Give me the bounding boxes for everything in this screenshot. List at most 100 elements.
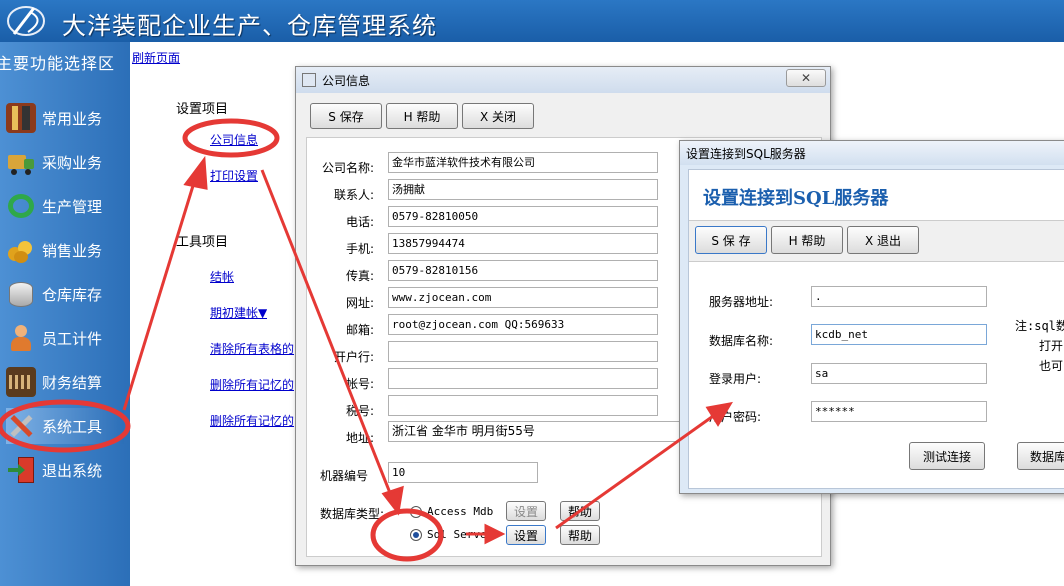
sidebar-item-sales[interactable]: 销售业务 [6,232,124,268]
sidebar-item-inventory[interactable]: 仓库库存 [6,276,124,312]
website-label: 网址: [345,296,374,310]
logo-icon [7,6,45,36]
sql-dialog-titlebar: 设置连接到SQL服务器 [680,141,1064,165]
sql-help-button[interactable]: 帮助 [560,525,600,545]
sidebar-item-exit[interactable]: 退出系统 [6,452,124,488]
database-button[interactable]: 数据库 [1017,442,1064,470]
access-label: Access Mdb [427,505,494,518]
bank-field[interactable] [388,341,658,362]
sidebar-item-production[interactable]: 生产管理 [6,188,124,224]
sql-note: 注:sql数 打开 也可 [1015,316,1064,376]
settings-heading: 设置项目 [176,102,229,117]
server-address-label: 服务器地址: [709,295,774,309]
sidebar-item-label: 退出系统 [42,461,103,480]
access-settings-button[interactable]: 设置 [506,501,546,521]
account-field[interactable] [388,368,658,389]
sqlserver-radio[interactable] [410,529,422,541]
tax-id-field[interactable] [388,395,658,416]
tools-heading: 工具项目 [176,235,229,250]
mobile-field[interactable]: 13857994474 [388,233,658,254]
database-name-label: 数据库名称: [709,334,774,348]
sidebar-item-purchase[interactable]: 采购业务 [6,144,124,180]
person-icon [6,323,36,353]
help-button[interactable]: H 帮助 [386,103,458,129]
password-field[interactable]: ****** [811,401,987,422]
fax-field[interactable]: 0579-82810156 [388,260,658,281]
contact-label: 联系人: [333,188,374,202]
sqlserver-label: Sql Server [427,528,494,541]
refresh-link[interactable]: 刷新页面 [132,49,180,66]
delete-memory-link-2[interactable]: 删除所有记忆的 [210,412,298,429]
sidebar-item-staff[interactable]: 员工计件 [6,320,124,356]
sql-connection-dialog: 设置连接到SQL服务器 设置连接到SQL服务器 S 保 存 H 帮助 X 退出 … [679,140,1064,494]
access-help-button[interactable]: 帮助 [560,501,600,521]
recycle-icon [6,191,36,221]
print-settings-link[interactable]: 打印设置 [210,167,258,184]
clear-tables-link[interactable]: 清除所有表格的 [210,340,298,357]
dialog-titlebar: 公司信息 ✕ [296,67,830,93]
sidebar-item-finance[interactable]: 财务结算 [6,364,124,400]
phone-field[interactable]: 0579-82810050 [388,206,658,227]
annotation-arrowhead [183,155,208,190]
sidebar-item-label: 生产管理 [42,197,103,216]
sql-dialog-title: 设置连接到SQL服务器 [686,146,806,161]
bank-label: 开户行: [333,350,374,364]
sidebar-item-label: 财务结算 [42,373,103,392]
sql-save-button[interactable]: S 保 存 [695,226,767,254]
close-icon: ✕ [800,71,812,85]
note-line: 也可 [1039,359,1064,373]
company-name-field[interactable]: 金华市蓝洋软件技术有限公司 [388,152,658,173]
account-label: 帐号: [345,377,374,391]
sidebar-item-label: 采购业务 [42,153,103,172]
company-name-label: 公司名称: [321,161,374,175]
tax-id-label: 税号: [345,404,374,418]
close-window-button[interactable]: X 关闭 [462,103,534,129]
truck-icon [6,147,36,177]
sql-help-button[interactable]: H 帮助 [771,226,843,254]
sidebar-item-common[interactable]: 常用业务 [6,100,124,136]
database-name-field[interactable]: kcdb_net [811,324,987,345]
database-icon [6,279,36,309]
opening-account-link[interactable]: 期初建帐▼ [210,304,267,321]
close-button[interactable]: ✕ [786,69,826,87]
access-radio[interactable] [410,506,422,518]
sidebar-item-label: 系统工具 [42,417,103,436]
calculator-icon [6,367,36,397]
password-label: 用户密码: [709,410,762,424]
app-title: 大洋装配企业生产、仓库管理系统 [62,12,437,40]
server-address-field[interactable]: . [811,286,987,307]
address-label: 地址: [345,431,374,445]
app-window-icon [302,73,316,87]
tools-icon [6,411,36,441]
db-type-label: 数据库类型: [320,507,385,521]
book-icon [6,103,36,133]
sidebar-item-label: 仓库库存 [42,285,103,304]
address-field[interactable]: 浙江省 金华市 明月街55号 [388,421,688,442]
login-user-field[interactable]: sa [811,363,987,384]
delete-memory-link-1[interactable]: 删除所有记忆的 [210,376,298,393]
save-button[interactable]: S 保存 [310,103,382,129]
website-field[interactable]: www.zjocean.com [388,287,658,308]
dialog-title: 公司信息 [322,73,371,88]
email-label: 邮箱: [345,323,374,337]
sql-dialog-body: 设置连接到SQL服务器 S 保 存 H 帮助 X 退出 服务器地址: . 数据库… [688,169,1064,489]
machine-number-field[interactable]: 10 [388,462,538,483]
login-user-label: 登录用户: [709,372,762,386]
email-field[interactable]: root@zjocean.com QQ:569633 [388,314,658,335]
sidebar-item-system-tools[interactable]: 系统工具 [6,408,124,444]
fax-label: 传真: [345,269,374,283]
sidebar-item-label: 常用业务 [42,109,103,128]
exit-icon [6,455,36,485]
machine-number-label: 机器编号 [320,469,369,483]
sql-dialog-heading: 设置连接到SQL服务器 [703,188,889,209]
app-header: 大洋装配企业生产、仓库管理系统 [0,0,1064,42]
company-info-link[interactable]: 公司信息 [210,131,258,148]
mobile-label: 手机: [345,242,374,256]
sql-exit-button[interactable]: X 退出 [847,226,919,254]
sql-settings-button[interactable]: 设置 [506,525,546,545]
checkout-link[interactable]: 结帐 [210,268,234,285]
test-connection-button[interactable]: 测试连接 [909,442,985,470]
sidebar-item-label: 销售业务 [42,241,103,260]
contact-field[interactable]: 汤拥献 [388,179,658,200]
sidebar: 主要功能选择区 常用业务 采购业务 生产管理 销售业务 仓库库存 员工计件 财务… [0,42,130,586]
